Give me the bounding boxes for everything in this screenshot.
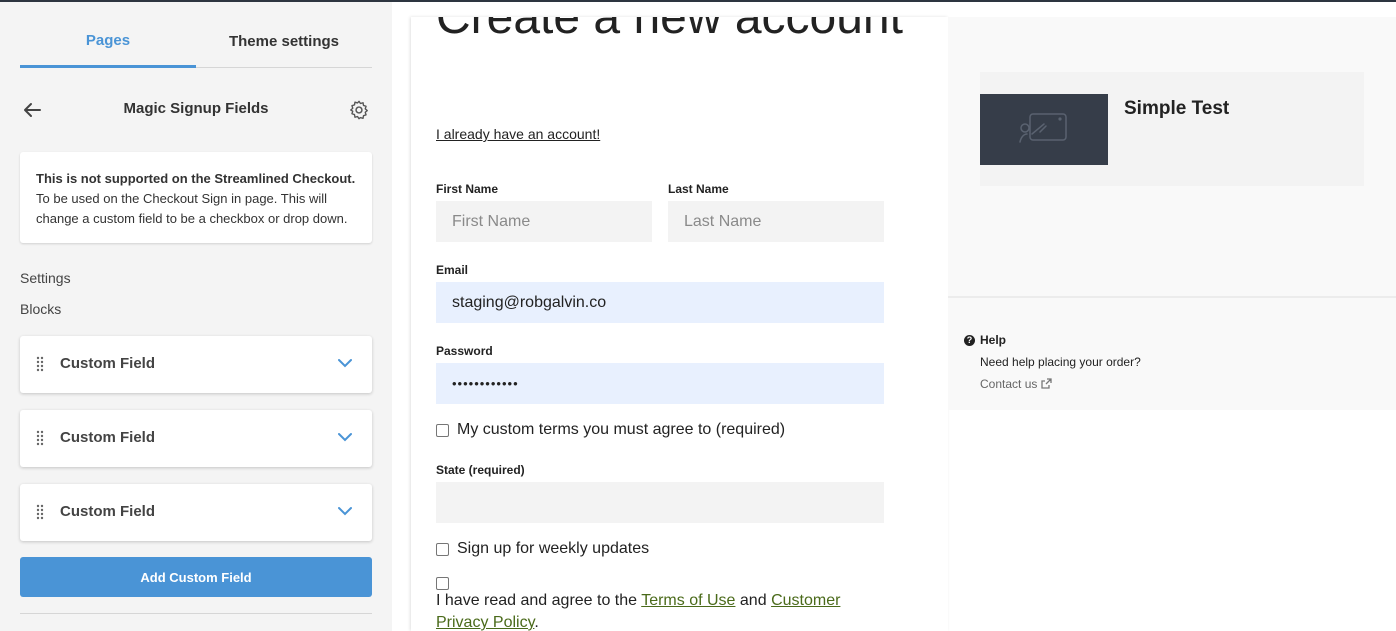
- block-label: Custom Field: [60, 429, 156, 446]
- drag-handle-icon[interactable]: [36, 504, 44, 520]
- terms-suffix: .: [534, 614, 539, 631]
- chevron-down-icon[interactable]: [338, 506, 352, 516]
- block-label: Custom Field: [60, 503, 156, 520]
- last-name-input[interactable]: [668, 201, 884, 242]
- custom-terms-row: My custom terms you must agree to (requi…: [436, 421, 785, 439]
- page-title: Create a new account: [436, 17, 903, 44]
- help-text: Need help placing your order?: [980, 355, 1141, 369]
- last-name-label: Last Name: [668, 182, 729, 196]
- password-field[interactable]: [436, 363, 884, 404]
- notice-heading: This is not supported on the Streamlined…: [36, 171, 356, 186]
- external-link-icon: [1041, 378, 1053, 389]
- section-title: Magic Signup Fields: [123, 100, 269, 117]
- product-name: Simple Test: [1124, 98, 1230, 119]
- weekly-updates-row: Sign up for weekly updates: [436, 540, 649, 558]
- question-circle-icon: ?: [964, 334, 975, 346]
- email-field[interactable]: [436, 282, 884, 323]
- weekly-updates-label: Sign up for weekly updates: [457, 540, 650, 557]
- sidebar-tabs: Pages Theme settings: [20, 16, 372, 68]
- terms-and: and: [739, 592, 767, 609]
- block-custom-field[interactable]: Custom Field: [20, 410, 372, 467]
- editor-sidebar: Pages Theme settings Magic Signup Fields…: [0, 2, 392, 631]
- contact-us-link[interactable]: Contact us: [980, 377, 1053, 391]
- divider: [20, 613, 372, 614]
- product-thumbnail: [980, 94, 1108, 165]
- custom-terms-label: My custom terms you must agree to (requi…: [457, 421, 786, 438]
- already-have-account-link[interactable]: I already have an account!: [436, 126, 600, 142]
- drag-handle-icon[interactable]: [36, 356, 44, 372]
- unsupported-notice: This is not supported on the Streamlined…: [20, 152, 372, 243]
- terms-text: I have read and agree to the Terms of Us…: [436, 590, 876, 631]
- first-name-label: First Name: [436, 182, 499, 196]
- block-custom-field[interactable]: Custom Field: [20, 336, 372, 393]
- tab-pages[interactable]: Pages: [20, 16, 196, 68]
- state-label: State (required): [436, 463, 525, 477]
- chevron-down-icon[interactable]: [338, 358, 352, 368]
- tab-theme-settings[interactable]: Theme settings: [196, 16, 372, 66]
- help-heading: ? Help: [964, 333, 1006, 347]
- contact-us-label: Contact us: [980, 377, 1038, 391]
- terms-checkbox[interactable]: [436, 577, 449, 590]
- terms-of-use-link[interactable]: Terms of Use: [641, 592, 735, 609]
- section-header: Magic Signup Fields: [20, 94, 372, 126]
- image-placeholder-icon: [1019, 113, 1067, 143]
- first-name-input[interactable]: [436, 201, 652, 242]
- notice-text: To be used on the Checkout Sign in page.…: [36, 191, 348, 226]
- settings-label[interactable]: Settings: [20, 270, 71, 286]
- email-label: Email: [436, 263, 469, 277]
- weekly-updates-checkbox[interactable]: [436, 542, 449, 556]
- signup-form-preview: Create a new account I already have an a…: [411, 17, 948, 631]
- help-section: ? Help Need help placing your order? Con…: [948, 298, 1396, 410]
- custom-terms-checkbox[interactable]: [436, 423, 449, 437]
- state-input[interactable]: [436, 482, 884, 523]
- block-label: Custom Field: [60, 355, 156, 372]
- chevron-down-icon[interactable]: [338, 432, 352, 442]
- blocks-label: Blocks: [20, 301, 62, 317]
- block-custom-field[interactable]: Custom Field: [20, 484, 372, 541]
- arrow-left-icon[interactable]: [20, 98, 44, 122]
- gear-icon[interactable]: [348, 99, 370, 121]
- add-custom-field-button[interactable]: Add Custom Field: [20, 557, 372, 597]
- drag-handle-icon[interactable]: [36, 430, 44, 446]
- product-item: Simple Test: [980, 72, 1364, 186]
- password-label: Password: [436, 344, 493, 358]
- help-title: Help: [980, 333, 1007, 347]
- terms-prefix: I have read and agree to the: [436, 592, 638, 609]
- order-summary: Simple Test: [948, 17, 1396, 296]
